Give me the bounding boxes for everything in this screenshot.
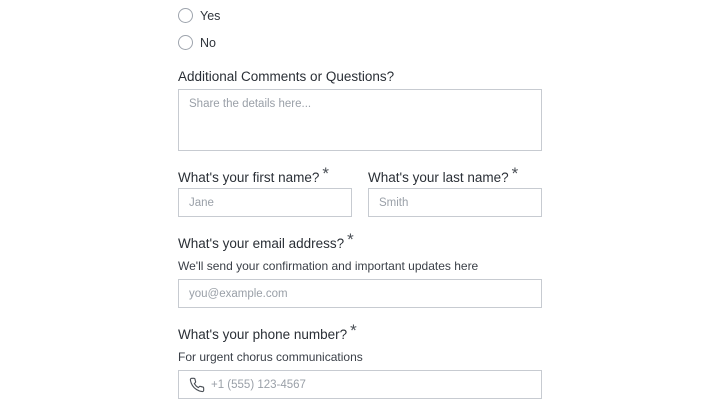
phone-label-text: What's your phone number?: [178, 327, 348, 342]
phone-placeholder: +1 (555) 123-4567: [211, 378, 306, 391]
last-name-input[interactable]: Smith: [368, 188, 542, 217]
first-name-label: What's your first name? *: [178, 164, 329, 187]
required-mark: *: [322, 164, 329, 183]
email-placeholder: you@example.com: [189, 287, 288, 300]
comments-placeholder: Share the details here...: [189, 98, 312, 110]
comments-textarea[interactable]: Share the details here...: [178, 89, 542, 151]
radio-option-yes[interactable]: Yes: [178, 8, 220, 23]
first-name-input[interactable]: Jane: [178, 188, 352, 217]
last-name-placeholder: Smith: [379, 196, 409, 209]
phone-icon: [189, 377, 205, 393]
required-mark: *: [350, 321, 357, 340]
first-name-label-text: What's your first name?: [178, 170, 320, 185]
radio-option-no[interactable]: No: [178, 35, 216, 50]
signup-form: Yes No Additional Comments or Questions?…: [0, 0, 720, 405]
comments-label: Additional Comments or Questions?: [178, 69, 394, 84]
phone-input[interactable]: +1 (555) 123-4567: [178, 370, 542, 399]
last-name-label-text: What's your last name?: [368, 170, 509, 185]
first-name-placeholder: Jane: [189, 196, 214, 209]
required-mark: *: [511, 164, 519, 183]
required-mark: *: [347, 230, 354, 249]
radio-no[interactable]: [178, 35, 193, 50]
last-name-label: What's your last name? *: [368, 164, 519, 187]
radio-yes[interactable]: [178, 8, 193, 23]
email-label-text: What's your email address?: [178, 236, 345, 251]
radio-yes-label: Yes: [200, 8, 221, 23]
comments-label-text: Additional Comments or Questions?: [178, 69, 395, 84]
phone-label: What's your phone number? *: [178, 321, 357, 344]
phone-help-text: For urgent chorus communications: [178, 350, 363, 364]
email-help-text: We'll send your confirmation and importa…: [178, 259, 479, 273]
email-label: What's your email address? *: [178, 230, 354, 253]
radio-no-label: No: [200, 35, 216, 50]
email-input[interactable]: you@example.com: [178, 279, 542, 308]
